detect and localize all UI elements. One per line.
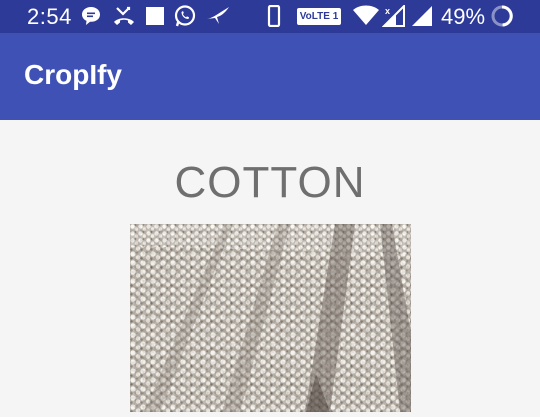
square-notification-icon — [144, 5, 166, 27]
phone-vibrate-icon — [266, 5, 282, 27]
crop-detail-content: COTTON — [0, 120, 540, 412]
status-bar: 2:54 VoLTE 1 x 49% — [0, 0, 540, 33]
wifi-icon — [352, 5, 380, 27]
status-time: 2:54 — [27, 4, 72, 29]
volte-badge: VoLTE 1 — [297, 8, 341, 25]
svg-text:x: x — [385, 6, 390, 16]
crop-name-heading: COTTON — [174, 158, 366, 207]
whatsapp-icon — [173, 5, 197, 27]
cotton-field-image — [130, 224, 411, 412]
signal-icon — [410, 5, 434, 27]
app-title: CropIfy — [24, 59, 122, 90]
missed-call-icon — [112, 5, 136, 27]
app-bar: CropIfy — [0, 33, 540, 120]
airplane-send-icon — [205, 5, 231, 27]
battery-percent: 49% — [441, 4, 486, 29]
signal-x-icon: x — [382, 5, 406, 27]
message-bubble-icon — [80, 5, 102, 27]
battery-ring-icon — [490, 5, 514, 27]
